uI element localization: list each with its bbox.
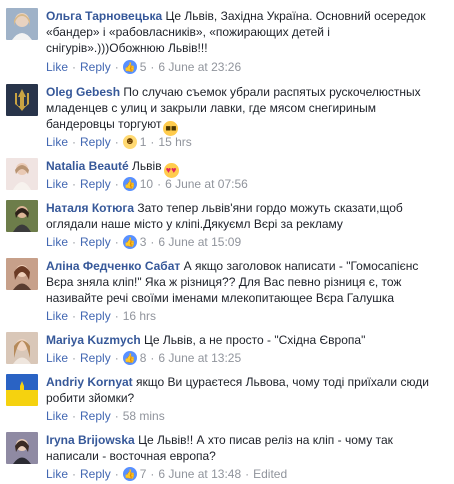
commenter-name[interactable]: Mariya Kuzmych (46, 333, 141, 347)
separator: · (150, 60, 155, 74)
comment-text: Mariya Kuzmych Це Львів, а не просто - "… (46, 332, 448, 348)
commenter-name[interactable]: Oleg Gebesh (46, 85, 120, 99)
comment-text: Ольга Тарновецька Це Львів, Західна Укра… (46, 8, 448, 56)
like-button[interactable]: Like (46, 234, 68, 250)
separator: · (114, 351, 119, 365)
separator: · (114, 235, 119, 249)
edited-label[interactable]: Edited (253, 466, 287, 482)
like-icon[interactable]: 👍 (122, 235, 137, 249)
separator: · (114, 409, 119, 423)
comment-actions: Like · Reply · 58 mins (46, 408, 165, 424)
separator: · (114, 177, 119, 191)
reply-button[interactable]: Reply (80, 466, 111, 482)
like-button[interactable]: Like (46, 176, 68, 192)
avatar[interactable] (6, 374, 38, 406)
separator: · (114, 309, 119, 323)
like-button[interactable]: Like (46, 408, 68, 424)
comment-actions: Like · Reply · 👍 7 · 6 June at 13:48 · E… (46, 466, 287, 482)
comment-actions: Like · Reply · 👍 10 · 6 June at 07:56 (46, 176, 248, 192)
commenter-name[interactable]: Аліна Федченко Сабат (46, 259, 180, 273)
timestamp[interactable]: 6 June at 13:25 (158, 350, 241, 366)
comment-text: Iryna Brijowska Це Львів!! А хто писав р… (46, 432, 448, 464)
avatar[interactable] (6, 332, 38, 364)
comment-actions: Like · Reply · 👍 3 · 6 June at 15:09 (46, 234, 241, 250)
commenter-name[interactable]: Andriy Kornyat (46, 375, 133, 389)
timestamp[interactable]: 58 mins (123, 408, 165, 424)
reply-button[interactable]: Reply (80, 59, 111, 75)
separator: · (114, 467, 119, 481)
separator: · (150, 467, 155, 481)
like-icon[interactable]: 👍 (122, 467, 137, 481)
like-icon[interactable]: 👍 (122, 177, 137, 191)
separator: · (150, 235, 155, 249)
commenter-name[interactable]: Ольга Тарновецька (46, 9, 162, 23)
separator: · (114, 60, 119, 74)
comment-text: Наталя Котюга Зато тепер львів'яни гордо… (46, 200, 448, 232)
like-button[interactable]: Like (46, 466, 68, 482)
separator: · (72, 60, 77, 74)
separator: · (72, 177, 77, 191)
separator: · (72, 467, 77, 481)
reaction-count[interactable]: 1 (140, 134, 147, 150)
timestamp[interactable]: 16 hrs (123, 308, 156, 324)
comment-text: Oleg Gebesh По случаю съемок убрали расп… (46, 84, 448, 136)
separator: · (114, 135, 119, 149)
comment-actions: Like · Reply · 16 hrs (46, 308, 156, 324)
like-button[interactable]: Like (46, 350, 68, 366)
reaction-count[interactable]: 8 (140, 350, 147, 366)
separator: · (72, 235, 77, 249)
comment-body: Львів (132, 159, 162, 173)
commenter-name[interactable]: Natalia Beauté (46, 159, 129, 173)
reaction-count[interactable]: 5 (140, 59, 147, 75)
reaction-count[interactable]: 3 (140, 234, 147, 250)
like-button[interactable]: Like (46, 308, 68, 324)
like-button[interactable]: Like (46, 59, 68, 75)
timestamp[interactable]: 6 June at 15:09 (158, 234, 241, 250)
separator: · (157, 177, 162, 191)
timestamp[interactable]: 6 June at 13:48 (158, 466, 241, 482)
like-icon[interactable]: 👍 (122, 351, 137, 365)
avatar[interactable] (6, 258, 38, 290)
reaction-count[interactable]: 10 (140, 176, 153, 192)
separator: · (245, 467, 250, 481)
comment-actions: Like · Reply · 👍 5 · 6 June at 23:26 (46, 59, 241, 75)
timestamp[interactable]: 15 hrs (158, 134, 191, 150)
timestamp[interactable]: 6 June at 07:56 (165, 176, 248, 192)
avatar[interactable] (6, 432, 38, 464)
commenter-name[interactable]: Iryna Brijowska (46, 433, 135, 447)
reply-button[interactable]: Reply (80, 134, 111, 150)
separator: · (72, 351, 77, 365)
commenter-name[interactable]: Наталя Котюга (46, 201, 134, 215)
haha-icon[interactable]: ☻ (122, 135, 137, 149)
separator: · (72, 309, 77, 323)
avatar[interactable] (6, 200, 38, 232)
comment-actions: Like · Reply · ☻ 1 · 15 hrs (46, 134, 192, 150)
avatar[interactable] (6, 158, 38, 190)
separator: · (72, 409, 77, 423)
separator: · (72, 135, 77, 149)
comment-actions: Like · Reply · 👍 8 · 6 June at 13:25 (46, 350, 241, 366)
reply-button[interactable]: Reply (80, 408, 111, 424)
reply-button[interactable]: Reply (80, 234, 111, 250)
reply-button[interactable]: Reply (80, 350, 111, 366)
avatar[interactable] (6, 84, 38, 116)
comment-body: Це Львів, а не просто - "Східна Європа" (144, 333, 366, 347)
like-icon[interactable]: 👍 (122, 60, 137, 74)
separator: · (150, 135, 155, 149)
comment-text: Andriy Kornyat якщо Ви цураєтеся Львова,… (46, 374, 448, 406)
separator: · (150, 351, 155, 365)
reply-button[interactable]: Reply (80, 308, 111, 324)
like-button[interactable]: Like (46, 134, 68, 150)
avatar[interactable] (6, 8, 38, 40)
timestamp[interactable]: 6 June at 23:26 (158, 59, 241, 75)
reaction-count[interactable]: 7 (140, 466, 147, 482)
comment-text: Natalia Beauté Львів ♥♥ (46, 158, 448, 178)
reply-button[interactable]: Reply (80, 176, 111, 192)
comment-text: Аліна Федченко Сабат А якщо заголовок на… (46, 258, 448, 306)
